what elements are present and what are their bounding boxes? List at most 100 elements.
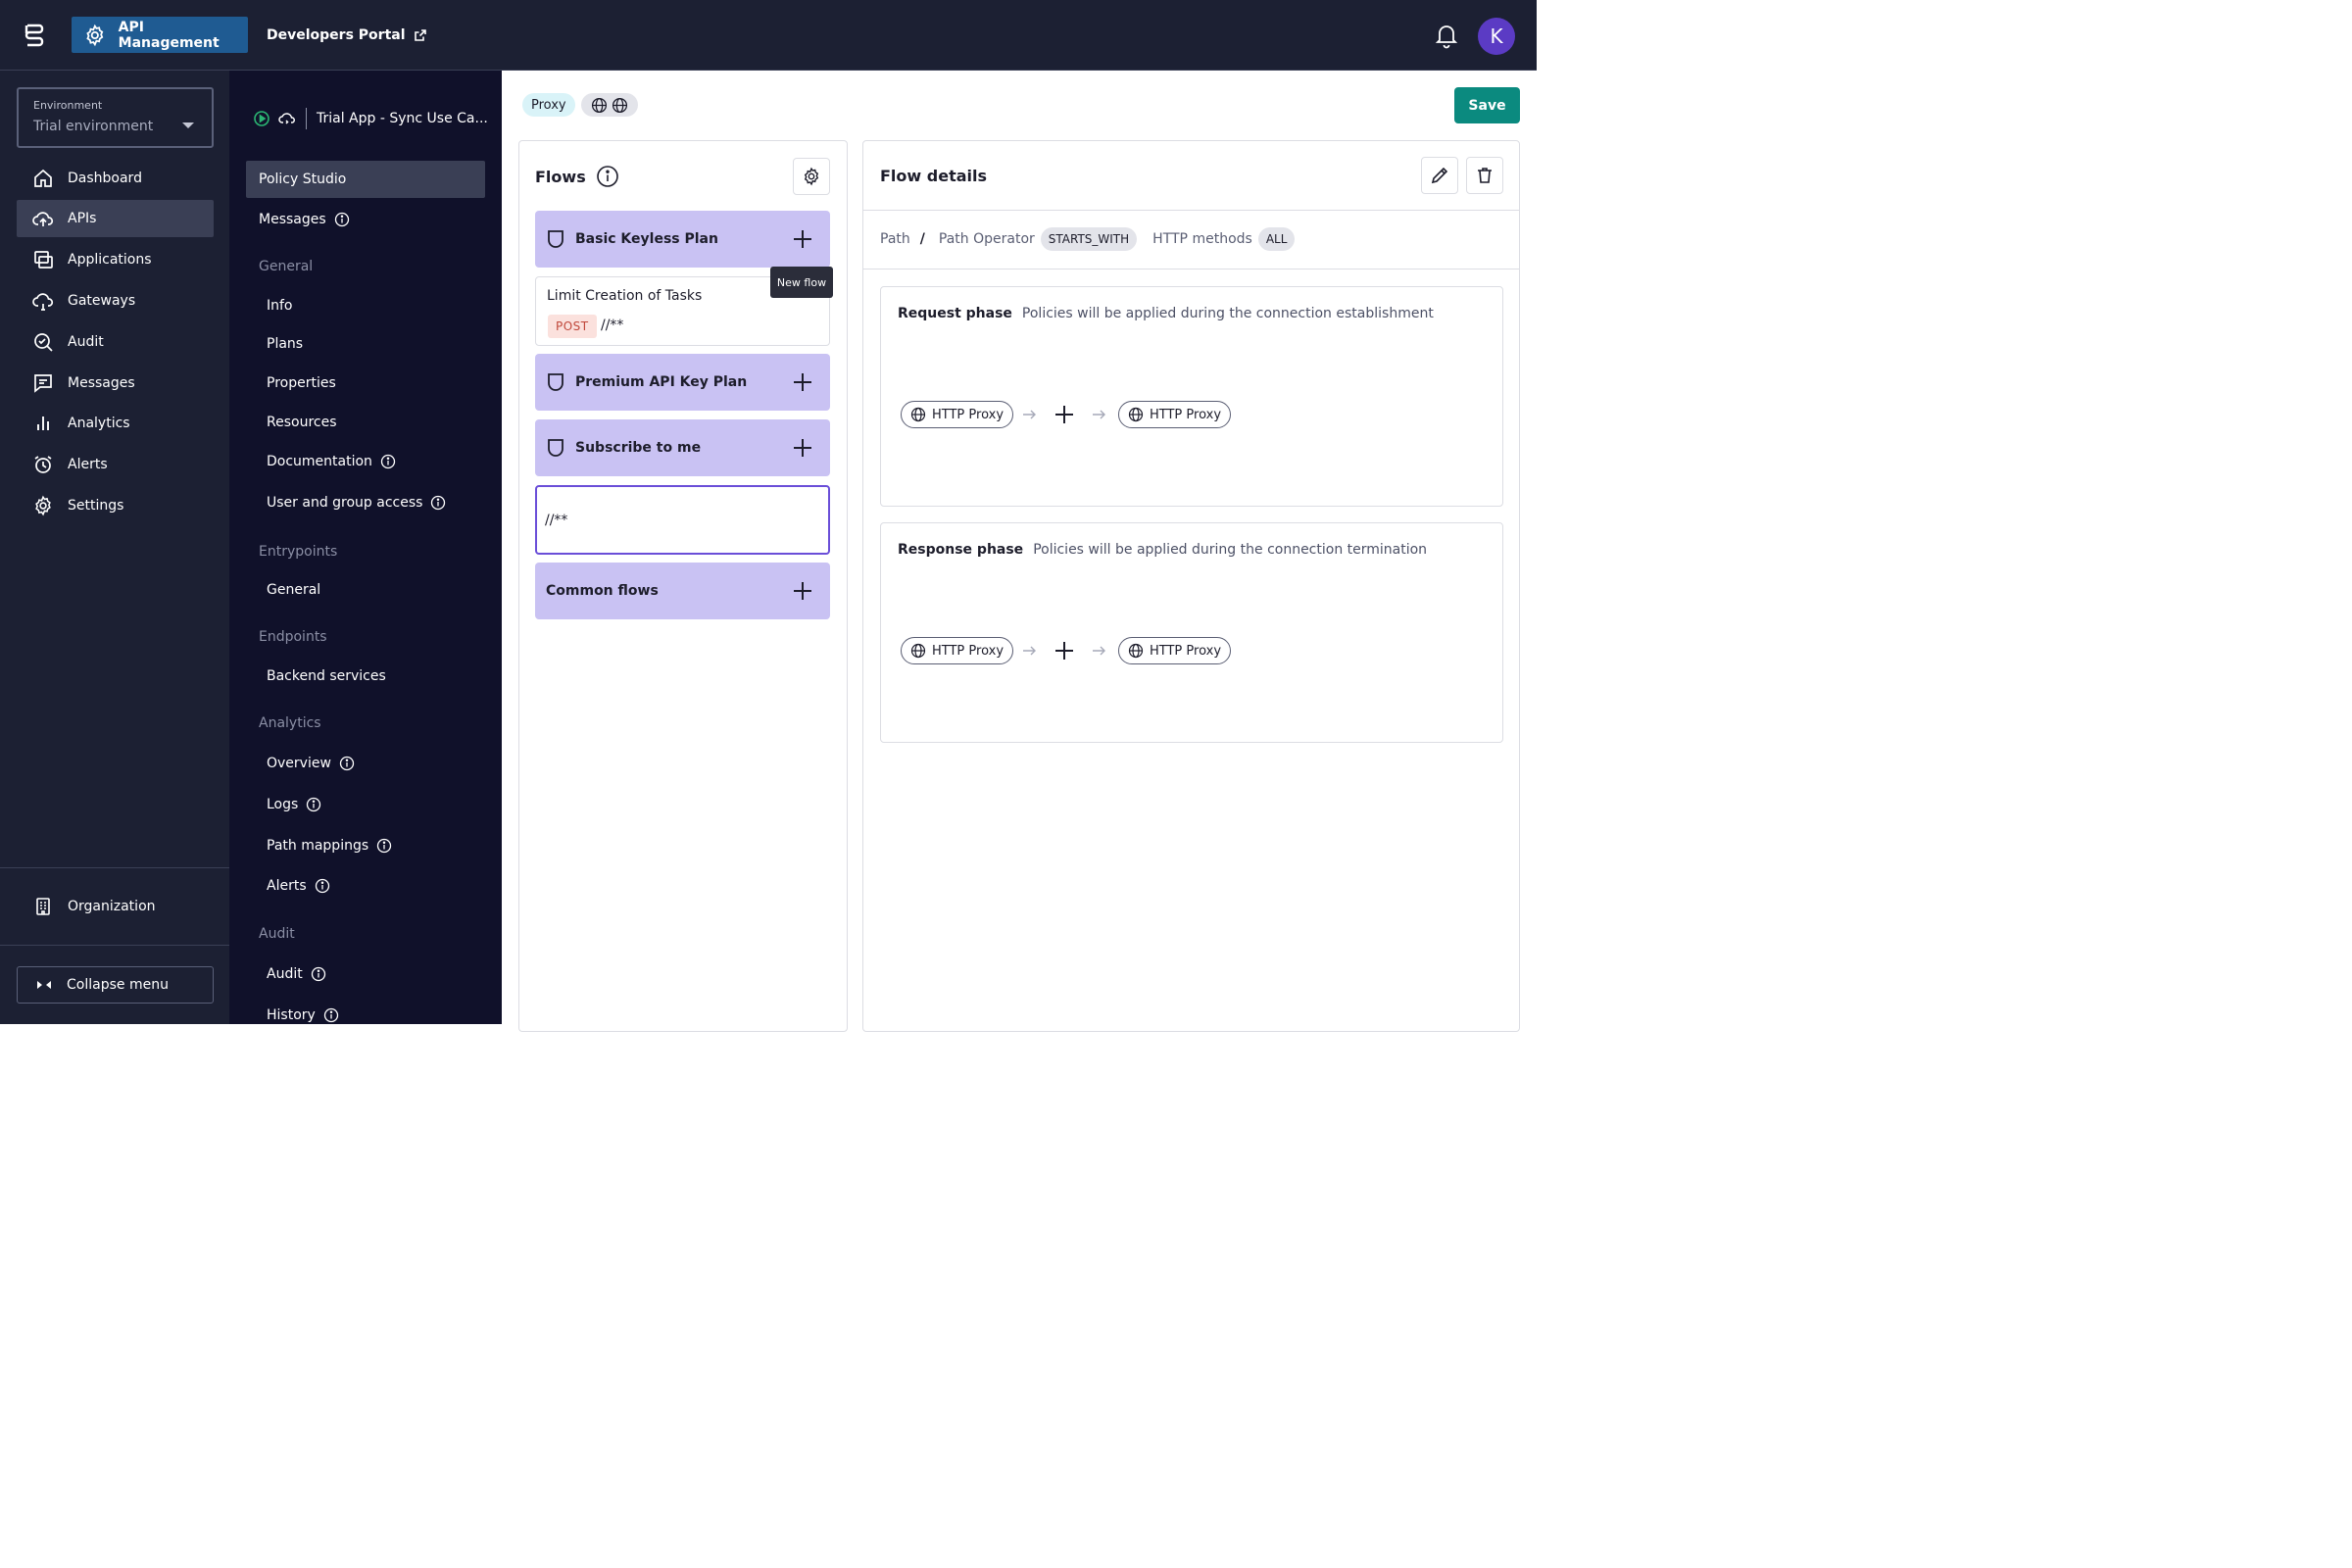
add-flow-icon[interactable]: [793, 581, 812, 601]
subnav-item-user-group-access[interactable]: User and group access: [246, 484, 485, 521]
subnav-item-logs[interactable]: Logs: [246, 786, 485, 823]
external-link-icon: [414, 28, 426, 41]
subnav-label: Audit: [267, 966, 303, 982]
path-value: /: [919, 231, 925, 247]
delete-flow-button[interactable]: [1466, 157, 1503, 194]
info-icon[interactable]: [339, 756, 355, 771]
subnav-item-resources[interactable]: Resources: [246, 404, 485, 441]
gear-icon: [804, 167, 819, 186]
bar-chart-icon: [37, 416, 49, 430]
nav-item-dashboard[interactable]: Dashboard: [17, 160, 214, 197]
collapse-menu-button[interactable]: Collapse menu: [17, 966, 214, 1004]
nav-label: Gateways: [68, 293, 136, 309]
message-icon: [34, 374, 52, 393]
flow-name: Limit Creation of Tasks: [547, 288, 703, 304]
add-flow-icon[interactable]: [793, 229, 812, 249]
api-management-button[interactable]: API Management: [72, 17, 248, 53]
methods-label: HTTP methods: [1152, 231, 1252, 247]
info-icon[interactable]: [380, 454, 396, 469]
plan-basic-keyless[interactable]: Basic Keyless Plan: [535, 211, 830, 268]
subnav-item-entrypoints-general[interactable]: General: [246, 571, 485, 609]
add-policy-icon[interactable]: [1054, 641, 1074, 661]
globe-icon: [1128, 407, 1144, 422]
subnav-label: Properties: [267, 375, 336, 391]
subnav-item-audit[interactable]: Audit: [246, 956, 485, 993]
notification-bell-icon[interactable]: [1434, 22, 1459, 49]
selected-flow-item[interactable]: //**: [535, 485, 830, 555]
nav-item-apis[interactable]: APIs: [17, 200, 214, 237]
section-general: General: [259, 259, 314, 274]
globe-icon: [910, 407, 926, 422]
common-flows[interactable]: Common flows: [535, 563, 830, 619]
info-icon[interactable]: [334, 212, 350, 227]
step-label: HTTP Proxy: [1150, 643, 1222, 659]
cloud-sync-icon: [278, 113, 295, 124]
info-icon[interactable]: [315, 878, 330, 894]
flow-meta: Path / Path Operator STARTS_WITH HTTP me…: [880, 227, 1296, 251]
info-icon[interactable]: [596, 165, 619, 188]
nav-item-audit[interactable]: Audit: [17, 323, 214, 361]
subnav-item-messages[interactable]: Messages: [246, 201, 485, 238]
home-icon: [34, 169, 52, 187]
api-name: Trial App - Sync Use Ca...: [317, 111, 488, 126]
flows-settings-button[interactable]: [793, 158, 830, 195]
subnav-item-documentation[interactable]: Documentation: [246, 443, 485, 480]
nav-item-organization[interactable]: Organization: [17, 888, 214, 925]
gear-icon: [86, 24, 104, 46]
section-audit: Audit: [259, 926, 295, 942]
flow-path: //**: [601, 318, 624, 333]
subnav-label: Documentation: [267, 454, 372, 469]
response-entrypoint-chip: HTTP Proxy: [1118, 637, 1232, 664]
subnav-label: Info: [267, 298, 293, 314]
plan-premium-api-key[interactable]: Premium API Key Plan: [535, 354, 830, 411]
applications-icon: [34, 251, 53, 269]
policy-studio-main: Proxy Save Flows Basic Keyless Plan Limi…: [502, 71, 1537, 1032]
trash-icon: [1478, 168, 1492, 183]
info-icon[interactable]: [311, 966, 326, 982]
edit-flow-button[interactable]: [1421, 157, 1458, 194]
plan-label: Subscribe to me: [575, 440, 702, 456]
main-sidebar: Environment Trial environment Dashboard …: [0, 71, 229, 1024]
plan-subscribe-to-me[interactable]: Subscribe to me: [535, 419, 830, 476]
subnav-item-alerts[interactable]: Alerts: [246, 867, 485, 905]
user-avatar[interactable]: K: [1478, 18, 1515, 55]
environment-select[interactable]: Environment Trial environment: [17, 87, 214, 148]
caret-down-icon: [182, 122, 194, 128]
subnav-item-history[interactable]: History: [246, 997, 485, 1024]
globe-icon: [591, 97, 608, 113]
info-icon[interactable]: [430, 495, 446, 511]
subnav-item-backend-services[interactable]: Backend services: [246, 658, 485, 695]
gravitee-logo-icon[interactable]: [22, 22, 47, 49]
subnav-item-plans[interactable]: Plans: [246, 325, 485, 363]
nav-item-analytics[interactable]: Analytics: [17, 405, 214, 442]
globe-icon: [1128, 643, 1144, 659]
nav-item-applications[interactable]: Applications: [17, 241, 214, 278]
add-flow-icon[interactable]: [793, 438, 812, 458]
subnav-item-overview[interactable]: Overview: [246, 745, 485, 782]
info-icon[interactable]: [376, 838, 392, 854]
shield-icon: [548, 373, 564, 391]
environment-label: Environment: [33, 99, 103, 112]
subnav-item-path-mappings[interactable]: Path mappings: [246, 827, 485, 864]
add-policy-icon[interactable]: [1054, 405, 1074, 424]
api-management-label: API Management: [118, 19, 220, 51]
info-icon[interactable]: [323, 1007, 339, 1023]
nav-item-alerts[interactable]: Alerts: [17, 446, 214, 483]
flow-details-title: Flow details: [880, 167, 987, 185]
entrypoint-chips: [581, 93, 638, 117]
developers-portal-link[interactable]: Developers Portal: [267, 17, 427, 53]
plan-label: Premium API Key Plan: [575, 374, 748, 390]
subnav-item-policy-studio[interactable]: Policy Studio: [246, 161, 485, 198]
request-phase-desc: Policies will be applied during the conn…: [1021, 306, 1434, 321]
subnav-label: History: [267, 1007, 316, 1023]
subnav-item-properties[interactable]: Properties: [246, 365, 485, 402]
step-label: HTTP Proxy: [932, 407, 1004, 422]
save-button[interactable]: Save: [1454, 87, 1520, 123]
nav-item-messages[interactable]: Messages: [17, 365, 214, 402]
nav-item-gateways[interactable]: Gateways: [17, 282, 214, 319]
step-label: HTTP Proxy: [1150, 407, 1222, 422]
add-flow-icon[interactable]: [793, 372, 812, 392]
nav-item-settings[interactable]: Settings: [17, 487, 214, 524]
info-icon[interactable]: [306, 797, 321, 812]
subnav-item-info[interactable]: Info: [246, 287, 485, 324]
